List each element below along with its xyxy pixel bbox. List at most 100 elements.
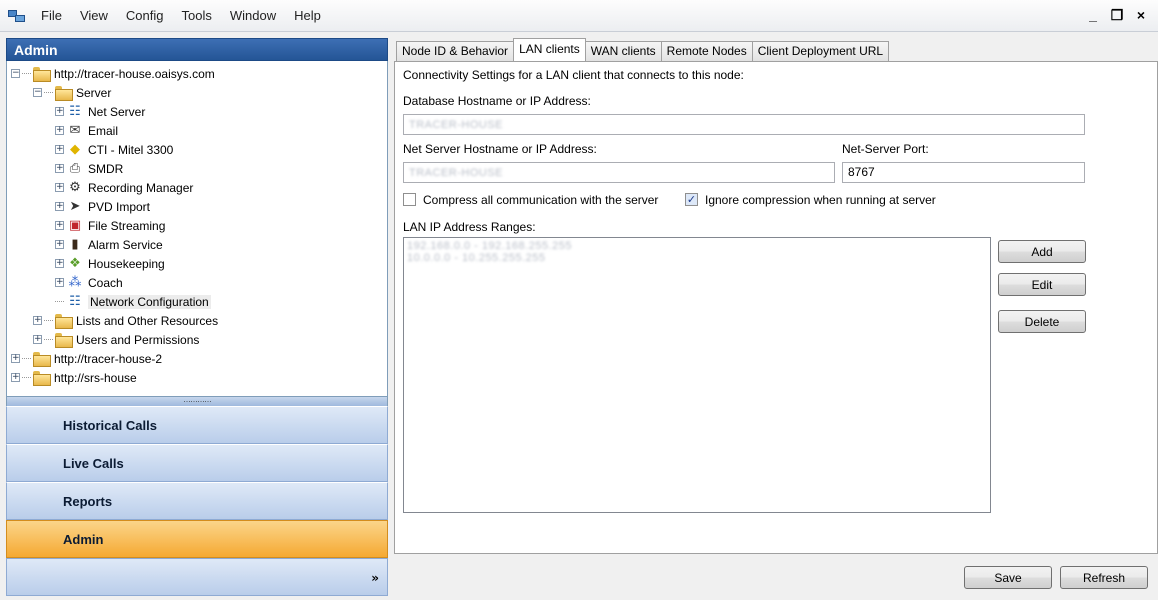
tree-node-email[interactable]: + ✉ Email bbox=[11, 121, 387, 140]
delete-button[interactable]: Delete bbox=[998, 310, 1086, 333]
ranges-label: LAN IP Address Ranges: bbox=[403, 220, 536, 234]
close-icon[interactable]: × bbox=[1134, 7, 1148, 24]
edit-button[interactable]: Edit bbox=[998, 273, 1086, 296]
tree-node-label[interactable]: Users and Permissions bbox=[76, 333, 199, 347]
expand-icon[interactable]: + bbox=[55, 221, 64, 230]
save-button[interactable]: Save bbox=[964, 566, 1052, 589]
tree-node-label[interactable]: Server bbox=[76, 86, 111, 100]
minimize-icon[interactable]: _ bbox=[1086, 7, 1100, 24]
collapse-icon[interactable]: − bbox=[33, 88, 42, 97]
nav-admin[interactable]: Admin bbox=[6, 520, 388, 558]
tree-node-label[interactable]: Email bbox=[88, 124, 118, 138]
tree-node-label[interactable]: SMDR bbox=[88, 162, 123, 176]
tree-node-root3[interactable]: + http://srs-house bbox=[11, 368, 387, 387]
expand-icon[interactable]: + bbox=[33, 335, 42, 344]
ip-ranges-list[interactable]: 192.168.0.0 - 192.168.255.255 10.0.0.0 -… bbox=[403, 237, 991, 513]
coach-icon: ⁂ bbox=[68, 275, 82, 290]
menu-help[interactable]: Help bbox=[285, 8, 330, 23]
expand-icon[interactable]: + bbox=[55, 126, 64, 135]
cti-icon: ◆ bbox=[70, 142, 80, 157]
tree-node-label[interactable]: http://tracer-house-2 bbox=[54, 352, 162, 366]
nav-historical-calls[interactable]: Historical Calls bbox=[6, 406, 388, 444]
tab-client-deployment-url[interactable]: Client Deployment URL bbox=[751, 41, 890, 61]
tree-node-label[interactable]: PVD Import bbox=[88, 200, 150, 214]
tree-node-lists[interactable]: + Lists and Other Resources bbox=[11, 311, 387, 330]
tree-node-file-streaming[interactable]: + ▣ File Streaming bbox=[11, 216, 387, 235]
tree-node-label[interactable]: Housekeeping bbox=[88, 257, 165, 271]
port-value: 8767 bbox=[848, 165, 875, 179]
nav-reports[interactable]: Reports bbox=[6, 482, 388, 520]
ip-range-item[interactable]: 10.0.0.0 - 10.255.255.255 bbox=[407, 252, 987, 264]
tab-remote-nodes[interactable]: Remote Nodes bbox=[660, 41, 753, 61]
tree-node-server[interactable]: − Server bbox=[11, 83, 387, 102]
db-hostname-field[interactable]: TRACER-HOUSE bbox=[403, 114, 1085, 135]
compress-checkbox[interactable] bbox=[403, 193, 416, 206]
refresh-button[interactable]: Refresh bbox=[1060, 566, 1148, 589]
db-hostname-value: TRACER-HOUSE bbox=[409, 119, 504, 131]
tree-node-root1[interactable]: − http://tracer-house.oaisys.com bbox=[11, 64, 387, 83]
expand-icon[interactable]: + bbox=[11, 354, 20, 363]
tree-node-housekeeping[interactable]: + ❖ Housekeeping bbox=[11, 254, 387, 273]
tree-node-label[interactable]: Coach bbox=[88, 276, 123, 290]
panel-splitter[interactable]: ………… bbox=[6, 396, 388, 406]
tree-node-label[interactable]: CTI - Mitel 3300 bbox=[88, 143, 173, 157]
tab-lan-clients[interactable]: LAN clients bbox=[513, 38, 586, 61]
restore-icon[interactable]: ❐ bbox=[1110, 7, 1124, 24]
tree-node-coach[interactable]: + ⁂ Coach bbox=[11, 273, 387, 292]
tree-connector bbox=[44, 92, 53, 93]
tree-node-recording[interactable]: + ⚙ Recording Manager bbox=[11, 178, 387, 197]
add-button[interactable]: Add bbox=[998, 240, 1086, 263]
recording-icon: ⚙ bbox=[69, 180, 81, 195]
tree-node-label[interactable]: Recording Manager bbox=[88, 181, 193, 195]
streaming-icon: ▣ bbox=[68, 218, 82, 233]
ip-range-item[interactable]: 192.168.0.0 - 192.168.255.255 bbox=[407, 240, 987, 252]
tree-node-cti[interactable]: + ◆ CTI - Mitel 3300 bbox=[11, 140, 387, 159]
tree-node-label[interactable]: http://srs-house bbox=[54, 371, 137, 385]
right-panel: Node ID & Behavior LAN clients WAN clien… bbox=[394, 38, 1158, 600]
tab-node-id[interactable]: Node ID & Behavior bbox=[396, 41, 515, 61]
tree-node-pvd-import[interactable]: + ➤ PVD Import bbox=[11, 197, 387, 216]
net-hostname-field[interactable]: TRACER-HOUSE bbox=[403, 162, 835, 183]
expand-icon[interactable]: + bbox=[33, 316, 42, 325]
admin-tree[interactable]: − http://tracer-house.oaisys.com − Serve… bbox=[6, 61, 388, 397]
tree-node-label-selected[interactable]: Network Configuration bbox=[88, 294, 211, 309]
tree-node-alarm[interactable]: + ▮ Alarm Service bbox=[11, 235, 387, 254]
tree-node-smdr[interactable]: + ⎙ SMDR bbox=[11, 159, 387, 178]
expand-icon[interactable]: + bbox=[55, 145, 64, 154]
tree-node-label[interactable]: Alarm Service bbox=[88, 238, 163, 252]
tab-wan-clients[interactable]: WAN clients bbox=[584, 41, 662, 61]
expand-icon[interactable]: + bbox=[55, 164, 64, 173]
nav-overflow[interactable]: » bbox=[6, 558, 388, 596]
tree-node-network-config[interactable]: ☷ Network Configuration bbox=[11, 292, 387, 311]
tree-node-label[interactable]: http://tracer-house.oaisys.com bbox=[54, 67, 215, 81]
menu-tools[interactable]: Tools bbox=[172, 8, 220, 23]
network-config-icon: ☷ bbox=[69, 294, 81, 309]
chevron-down-icon[interactable]: » bbox=[371, 571, 379, 585]
expand-icon[interactable]: + bbox=[55, 259, 64, 268]
menu-config[interactable]: Config bbox=[117, 8, 173, 23]
tree-node-label[interactable]: File Streaming bbox=[88, 219, 165, 233]
nav-live-calls[interactable]: Live Calls bbox=[6, 444, 388, 482]
expand-icon[interactable]: + bbox=[55, 107, 64, 116]
port-field[interactable]: 8767 bbox=[842, 162, 1085, 183]
expand-icon[interactable]: + bbox=[11, 373, 20, 382]
tree-node-root2[interactable]: + http://tracer-house-2 bbox=[11, 349, 387, 368]
port-label: Net-Server Port: bbox=[842, 142, 929, 156]
menu-window[interactable]: Window bbox=[221, 8, 285, 23]
import-icon: ➤ bbox=[69, 199, 81, 214]
tree-node-users[interactable]: + Users and Permissions bbox=[11, 330, 387, 349]
tree-connector bbox=[55, 301, 64, 302]
expand-icon[interactable]: + bbox=[55, 183, 64, 192]
tree-node-label[interactable]: Lists and Other Resources bbox=[76, 314, 218, 328]
collapse-icon[interactable]: − bbox=[11, 69, 20, 78]
db-hostname-label: Database Hostname or IP Address: bbox=[403, 94, 591, 108]
expand-icon[interactable]: + bbox=[55, 278, 64, 287]
menu-view[interactable]: View bbox=[71, 8, 117, 23]
tree-node-label[interactable]: Net Server bbox=[88, 105, 145, 119]
tree-node-net-server[interactable]: + ☷ Net Server bbox=[11, 102, 387, 121]
smdr-icon: ⎙ bbox=[69, 161, 81, 176]
menu-file[interactable]: File bbox=[32, 8, 71, 23]
expand-icon[interactable]: + bbox=[55, 202, 64, 211]
expand-icon[interactable]: + bbox=[55, 240, 64, 249]
ignore-compression-checkbox[interactable]: ✓ bbox=[685, 193, 698, 206]
